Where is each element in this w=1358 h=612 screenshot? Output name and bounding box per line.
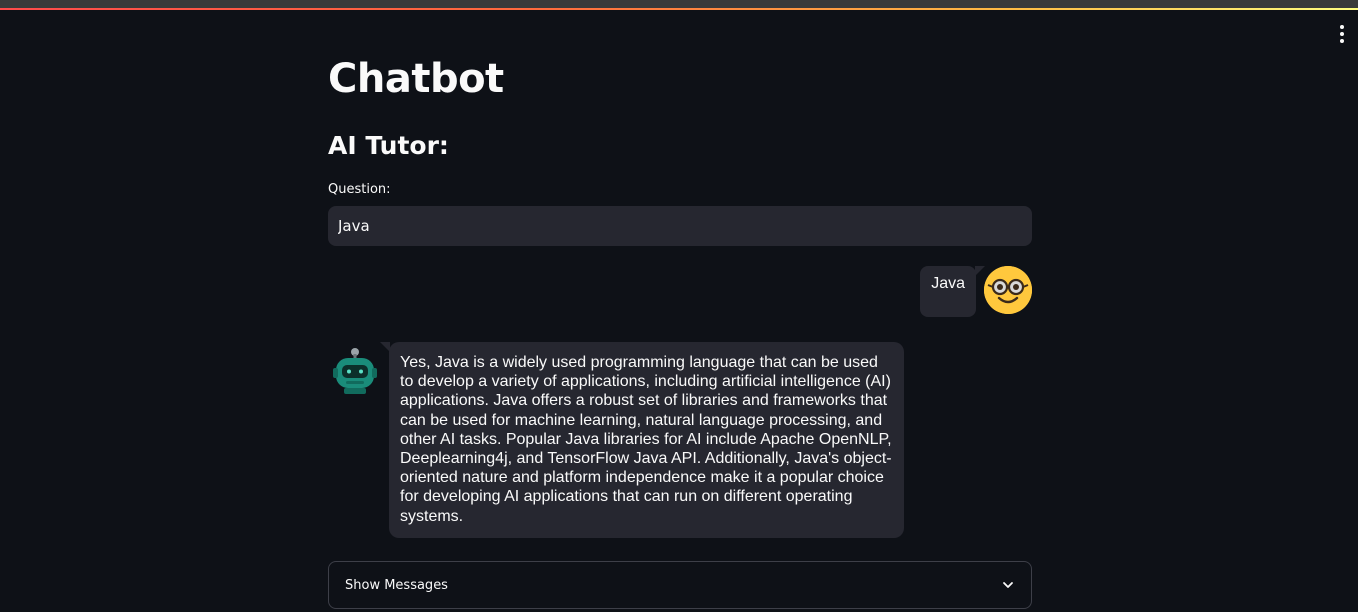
header-decoration-bar: [0, 0, 1358, 10]
nerd-face-icon: [984, 266, 1032, 314]
user-message: Java: [920, 264, 1032, 317]
subheader: AI Tutor:: [328, 131, 449, 160]
question-input[interactable]: [328, 206, 1032, 246]
assistant-message: Yes, Java is a widely used programming l…: [332, 342, 904, 538]
expander-label: Show Messages: [345, 577, 448, 593]
assistant-message-bubble: Yes, Java is a widely used programming l…: [380, 342, 904, 538]
user-message-text: Java: [931, 275, 965, 292]
menu-dot-icon: [1340, 25, 1344, 29]
robot-icon: [332, 346, 378, 396]
menu-dot-icon: [1340, 32, 1344, 36]
main-menu-button[interactable]: [1334, 24, 1350, 44]
page-title: Chatbot: [328, 56, 504, 102]
assistant-message-text: Yes, Java is a widely used programming l…: [400, 354, 892, 525]
menu-dot-icon: [1340, 39, 1344, 43]
show-messages-expander[interactable]: Show Messages: [328, 561, 1032, 609]
user-message-bubble: Java: [920, 266, 985, 317]
chevron-down-icon: [1003, 582, 1013, 588]
question-label: Question:: [328, 182, 391, 197]
